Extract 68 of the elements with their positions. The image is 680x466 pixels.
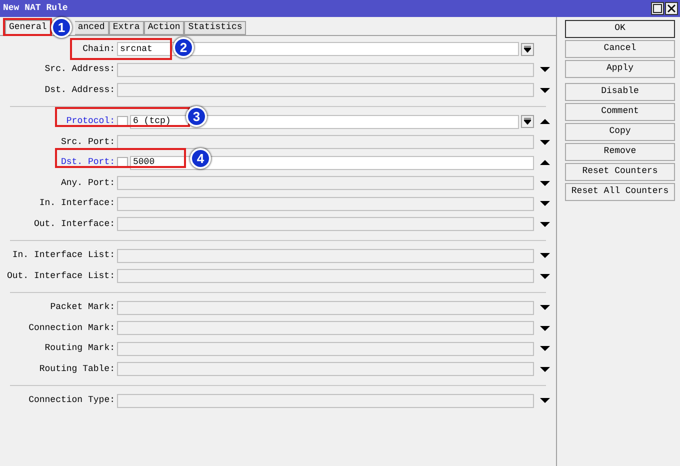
action-button[interactable]: Copy xyxy=(565,123,675,141)
action-button[interactable]: Reset Counters xyxy=(565,163,675,181)
field-label: In. Interface List: xyxy=(11,249,116,262)
collapse-arrow-icon[interactable] xyxy=(540,159,550,166)
input-field[interactable] xyxy=(117,269,534,284)
field-label: Connection Mark: xyxy=(28,322,116,334)
input-field[interactable] xyxy=(117,300,534,315)
expand-arrow-icon[interactable] xyxy=(540,200,550,208)
input-field[interactable] xyxy=(117,62,534,77)
window-title: New NAT Rule xyxy=(3,2,68,15)
step-number: 2 xyxy=(173,37,194,58)
action-button[interactable]: Cancel xyxy=(565,40,675,58)
field-label: Packet Mark: xyxy=(49,301,116,314)
collapse-arrow-icon[interactable] xyxy=(540,118,550,126)
tab[interactable]: General xyxy=(5,20,51,35)
field-label: Connection Type: xyxy=(28,394,116,407)
maximize-icon[interactable] xyxy=(651,2,664,15)
tab[interactable]: Action xyxy=(144,21,184,35)
dropdown-button[interactable] xyxy=(521,115,534,128)
field-label: Protocol: xyxy=(65,115,116,128)
input-field[interactable] xyxy=(117,248,534,263)
input-field[interactable] xyxy=(117,321,534,336)
expand-arrow-icon[interactable] xyxy=(540,345,550,352)
input-field[interactable] xyxy=(117,217,534,232)
action-button[interactable]: Comment xyxy=(565,103,675,121)
field-label: Src. Address: xyxy=(44,63,116,76)
caret-icon xyxy=(524,46,531,53)
highlight-frame xyxy=(3,18,52,36)
expand-arrow-icon[interactable] xyxy=(540,304,550,312)
field-label: Routing Table: xyxy=(38,362,116,376)
field-label: Src. Port: xyxy=(60,136,116,148)
action-button[interactable]: Disable xyxy=(565,83,675,101)
expand-arrow-icon[interactable] xyxy=(540,220,550,228)
tab[interactable]: Extra xyxy=(108,21,144,35)
expand-arrow-icon[interactable] xyxy=(540,66,550,74)
field-label: Routing Mark: xyxy=(44,342,116,355)
input-field[interactable] xyxy=(117,342,534,356)
action-button[interactable]: Remove xyxy=(565,143,675,161)
close-icon[interactable] xyxy=(665,2,678,15)
expand-arrow-icon[interactable] xyxy=(540,252,550,260)
expand-arrow-icon[interactable] xyxy=(540,180,550,187)
action-button[interactable]: Apply xyxy=(565,60,675,78)
input-field[interactable] xyxy=(117,83,534,98)
action-button[interactable]: Reset All Counters xyxy=(565,183,675,201)
input-field[interactable] xyxy=(117,196,534,211)
expand-arrow-icon[interactable] xyxy=(540,86,550,94)
field-label: Out. Interface: xyxy=(32,218,116,230)
step-number: 1 xyxy=(51,17,72,38)
expand-arrow-icon[interactable] xyxy=(540,366,550,373)
field-label: Any. Port: xyxy=(60,176,116,190)
field-label: In. Interface: xyxy=(38,197,116,210)
expand-arrow-icon[interactable] xyxy=(540,272,550,280)
caret-icon xyxy=(524,118,531,126)
expand-arrow-icon[interactable] xyxy=(540,138,550,146)
input-field[interactable] xyxy=(117,176,534,190)
tab[interactable]: Statistics xyxy=(184,21,246,35)
tab[interactable]: anced xyxy=(74,21,109,35)
expand-arrow-icon[interactable] xyxy=(540,324,550,332)
expand-arrow-icon[interactable] xyxy=(540,397,550,404)
action-button[interactable]: OK xyxy=(565,20,675,38)
field-label: Dst. Address: xyxy=(44,84,116,96)
input-field[interactable] xyxy=(117,135,534,150)
field-label: Chain: xyxy=(82,42,116,56)
input-field[interactable] xyxy=(117,362,534,376)
field-label: Out. Interface List: xyxy=(6,270,116,282)
dropdown-button[interactable] xyxy=(521,42,534,56)
field-label: Dst. Port: xyxy=(60,156,116,169)
input-field[interactable] xyxy=(117,394,534,408)
